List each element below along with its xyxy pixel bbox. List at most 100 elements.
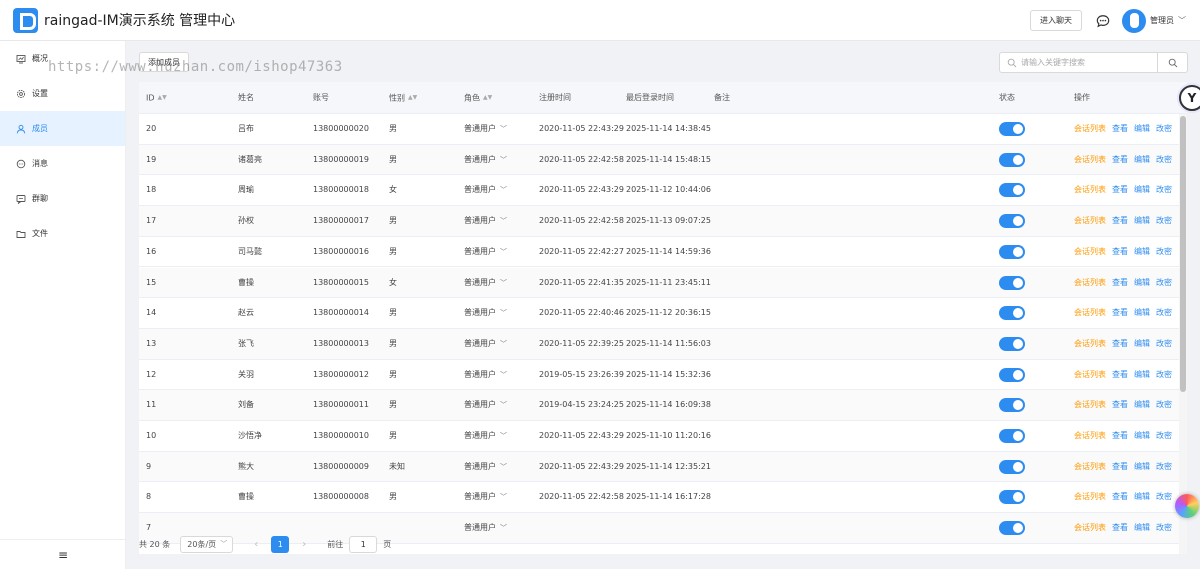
status-toggle[interactable] (999, 336, 1025, 351)
floating-ball-icon[interactable] (1175, 494, 1199, 518)
view-link[interactable]: 查看 (1112, 482, 1128, 512)
sessions-link[interactable]: 会话列表 (1074, 452, 1106, 482)
status-toggle[interactable] (999, 490, 1025, 505)
role-select[interactable]: 普通用户 ﹀ (464, 268, 507, 298)
change-password-link[interactable]: 改密 (1156, 390, 1172, 420)
change-password-link[interactable]: 改密 (1156, 360, 1172, 390)
change-password-link[interactable]: 改密 (1156, 452, 1172, 482)
status-toggle[interactable] (999, 152, 1025, 167)
role-select[interactable]: 普通用户 ﹀ (464, 145, 507, 175)
view-link[interactable]: 查看 (1112, 175, 1128, 205)
enter-chat-button[interactable]: 进入聊天 (1030, 10, 1082, 31)
status-toggle[interactable] (999, 122, 1025, 136)
edit-link[interactable]: 编辑 (1134, 421, 1150, 451)
view-link[interactable]: 查看 (1112, 145, 1128, 175)
page-size-select[interactable]: 20条/页 ﹀ (180, 535, 234, 553)
role-select[interactable]: 普通用户 ﹀ (464, 206, 507, 236)
sessions-link[interactable]: 会话列表 (1074, 145, 1106, 175)
role-select[interactable]: 普通用户 ﹀ (464, 513, 507, 543)
view-link[interactable]: 查看 (1112, 329, 1128, 359)
next-page-button[interactable]: › (299, 539, 309, 550)
sessions-link[interactable]: 会话列表 (1074, 482, 1106, 512)
role-select[interactable]: 普通用户 ﹀ (464, 421, 507, 451)
search-button[interactable] (1157, 53, 1187, 72)
view-link[interactable]: 查看 (1112, 114, 1128, 144)
page-number-current[interactable]: 1 (271, 535, 290, 553)
role-select[interactable]: 普通用户 ﹀ (464, 237, 507, 267)
search-input[interactable] (1017, 53, 1157, 72)
role-select[interactable]: 普通用户 ﹀ (464, 360, 507, 390)
edit-link[interactable]: 编辑 (1134, 452, 1150, 482)
sort-icon[interactable]: ▲▼ (483, 82, 492, 114)
edit-link[interactable]: 编辑 (1134, 329, 1150, 359)
sessions-link[interactable]: 会话列表 (1074, 114, 1106, 144)
sessions-link[interactable]: 会话列表 (1074, 237, 1106, 267)
status-toggle[interactable] (999, 244, 1025, 259)
role-select[interactable]: 普通用户 ﹀ (464, 114, 507, 144)
role-select[interactable]: 普通用户 ﹀ (464, 175, 507, 205)
sessions-link[interactable]: 会话列表 (1074, 298, 1106, 328)
status-toggle[interactable] (999, 306, 1025, 321)
table-scrollbar[interactable] (1179, 114, 1187, 554)
sessions-link[interactable]: 会话列表 (1074, 206, 1106, 236)
view-link[interactable]: 查看 (1112, 513, 1128, 543)
change-password-link[interactable]: 改密 (1156, 513, 1172, 543)
change-password-link[interactable]: 改密 (1156, 237, 1172, 267)
change-password-link[interactable]: 改密 (1156, 482, 1172, 512)
column-header-id[interactable]: ID ▲▼ (146, 82, 167, 114)
view-link[interactable]: 查看 (1112, 452, 1128, 482)
view-link[interactable]: 查看 (1112, 298, 1128, 328)
role-select[interactable]: 普通用户 ﹀ (464, 452, 507, 482)
edit-link[interactable]: 编辑 (1134, 114, 1150, 144)
edit-link[interactable]: 编辑 (1134, 206, 1150, 236)
sessions-link[interactable]: 会话列表 (1074, 360, 1106, 390)
edit-link[interactable]: 编辑 (1134, 482, 1150, 512)
status-toggle[interactable] (999, 183, 1025, 198)
view-link[interactable]: 查看 (1112, 421, 1128, 451)
floating-assistant-icon[interactable]: Y (1179, 85, 1200, 111)
view-link[interactable]: 查看 (1112, 360, 1128, 390)
admin-name[interactable]: 管理员 (1150, 15, 1174, 26)
edit-link[interactable]: 编辑 (1134, 268, 1150, 298)
avatar[interactable] (1122, 8, 1146, 33)
sidebar-item-messages[interactable]: 消息 (0, 146, 125, 181)
status-toggle[interactable] (999, 214, 1025, 229)
status-toggle[interactable] (999, 521, 1025, 536)
change-password-link[interactable]: 改密 (1156, 145, 1172, 175)
prev-page-button[interactable]: ‹ (251, 539, 261, 550)
scrollbar-thumb[interactable] (1180, 116, 1186, 392)
sidebar-item-settings[interactable]: 设置 (0, 76, 125, 111)
sessions-link[interactable]: 会话列表 (1074, 175, 1106, 205)
sessions-link[interactable]: 会话列表 (1074, 329, 1106, 359)
chevron-down-icon[interactable]: ﹀ (1178, 15, 1186, 26)
role-select[interactable]: 普通用户 ﹀ (464, 482, 507, 512)
edit-link[interactable]: 编辑 (1134, 513, 1150, 543)
sort-icon[interactable]: ▲▼ (158, 82, 167, 114)
view-link[interactable]: 查看 (1112, 390, 1128, 420)
sessions-link[interactable]: 会话列表 (1074, 513, 1106, 543)
edit-link[interactable]: 编辑 (1134, 145, 1150, 175)
role-select[interactable]: 普通用户 ﹀ (464, 298, 507, 328)
column-header-gender[interactable]: 性别 ▲▼ (389, 82, 417, 114)
status-toggle[interactable] (999, 398, 1025, 413)
edit-link[interactable]: 编辑 (1134, 237, 1150, 267)
column-header-role[interactable]: 角色 ▲▼ (464, 82, 492, 114)
edit-link[interactable]: 编辑 (1134, 360, 1150, 390)
view-link[interactable]: 查看 (1112, 206, 1128, 236)
view-link[interactable]: 查看 (1112, 237, 1128, 267)
status-toggle[interactable] (999, 275, 1025, 290)
change-password-link[interactable]: 改密 (1156, 206, 1172, 236)
sidebar-item-groups[interactable]: 群聊 (0, 181, 125, 216)
sessions-link[interactable]: 会话列表 (1074, 421, 1106, 451)
sidebar-item-files[interactable]: 文件 (0, 216, 125, 251)
collapse-menu-icon[interactable]: ≡ (0, 539, 126, 569)
change-password-link[interactable]: 改密 (1156, 114, 1172, 144)
sessions-link[interactable]: 会话列表 (1074, 390, 1106, 420)
view-link[interactable]: 查看 (1112, 268, 1128, 298)
role-select[interactable]: 普通用户 ﹀ (464, 390, 507, 420)
goto-page-input[interactable]: 1 (349, 535, 378, 553)
change-password-link[interactable]: 改密 (1156, 298, 1172, 328)
edit-link[interactable]: 编辑 (1134, 298, 1150, 328)
role-select[interactable]: 普通用户 ﹀ (464, 329, 507, 359)
change-password-link[interactable]: 改密 (1156, 421, 1172, 451)
